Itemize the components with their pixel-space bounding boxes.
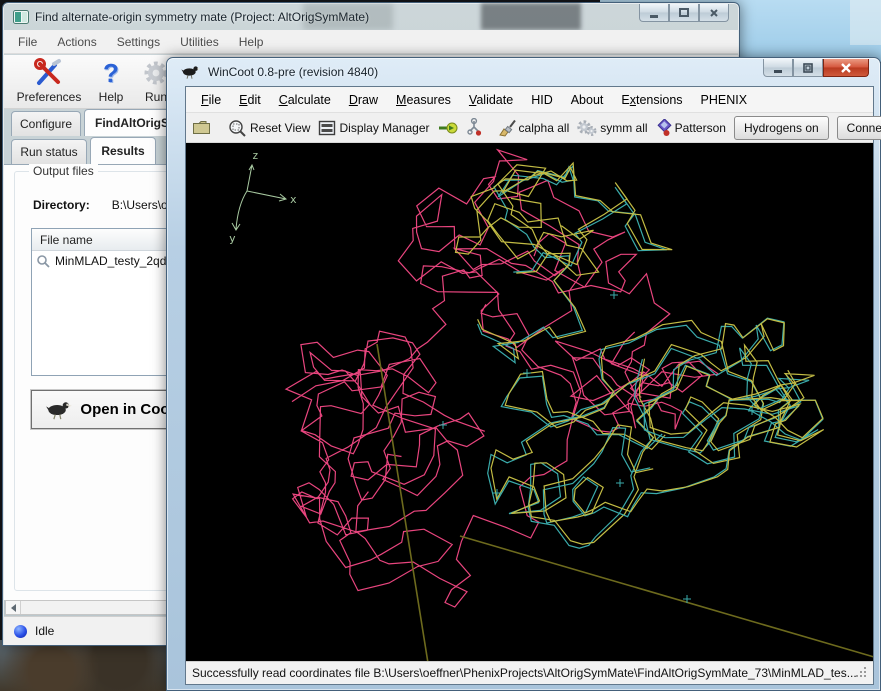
- menu-item-calculate[interactable]: Calculate: [270, 89, 340, 111]
- open-in-coot-button[interactable]: Open in Coot: [31, 390, 187, 429]
- atom-plus-mark: [439, 421, 447, 429]
- display-manager-label: Display Manager: [339, 121, 429, 135]
- paintbrush-icon: [498, 119, 516, 137]
- menu-item-settings[interactable]: Settings: [107, 32, 170, 52]
- menu-item-help[interactable]: Help: [229, 32, 274, 52]
- atom-plus-mark: [523, 369, 531, 377]
- wincoot-statusbar: Successfully read coordinates file B:\Us…: [186, 661, 873, 684]
- magnifier-icon: [36, 254, 51, 269]
- minimize-button[interactable]: [763, 59, 793, 77]
- phenix-menubar: FileActionsSettingsUtilitiesHelp: [4, 30, 738, 54]
- phenix-app-icon: [13, 10, 29, 24]
- patterson-label: Patterson: [675, 121, 726, 135]
- wincoot-window-title: WinCoot 0.8-pre (revision 4840): [208, 65, 378, 79]
- wallpaper-smudge: [850, 0, 881, 45]
- coot-bird-icon: [43, 399, 73, 421]
- help-button[interactable]: ? Help: [90, 58, 132, 104]
- close-button[interactable]: [823, 59, 869, 77]
- open-coordinates-button[interactable]: [192, 119, 212, 136]
- menu-item-file[interactable]: File: [8, 32, 47, 52]
- menu-item-validate[interactable]: Validate: [460, 89, 522, 111]
- tab-configure[interactable]: Configure: [11, 111, 81, 136]
- display-manager-button[interactable]: Display Manager: [318, 120, 429, 136]
- menu-item-edit[interactable]: Edit: [230, 89, 270, 111]
- wallpaper-bleed: [481, 3, 581, 30]
- svg-text:z: z: [252, 149, 259, 162]
- resize-grip[interactable]: [857, 668, 867, 678]
- molecule-trace: [544, 345, 824, 522]
- molecule-button[interactable]: [466, 118, 482, 138]
- wincoot-window: WinCoot 0.8-pre (revision 4840) FileEdit…: [166, 57, 881, 691]
- folder-icon: [192, 119, 212, 136]
- help-label: Help: [90, 90, 132, 104]
- svg-text:x: x: [290, 193, 297, 206]
- maximize-button[interactable]: [669, 4, 699, 22]
- close-button[interactable]: [699, 4, 729, 22]
- atom-plus-mark: [748, 407, 756, 415]
- menu-item-draw[interactable]: Draw: [340, 89, 387, 111]
- phenix-titlebar[interactable]: Find alternate-origin symmetry mate (Pro…: [3, 3, 739, 30]
- coot-bird-icon: [179, 64, 201, 80]
- menu-item-file[interactable]: File: [192, 89, 230, 111]
- output-files-label: Output files: [29, 164, 98, 178]
- atom-plus-mark: [616, 479, 624, 487]
- gears-icon: [577, 119, 597, 137]
- molecule-icon: [466, 118, 482, 138]
- calpha-all-button[interactable]: calpha all: [498, 119, 570, 137]
- green-arrow-icon: [438, 121, 458, 135]
- phenix-status-text: Idle: [35, 624, 54, 638]
- reset-view-button[interactable]: Reset View: [228, 119, 310, 137]
- menu-item-extensions[interactable]: Extensions: [612, 89, 691, 111]
- desktop-wallpaper-photo: [0, 640, 170, 691]
- wincoot-window-controls: [763, 59, 869, 77]
- patterson-icon: [656, 119, 672, 137]
- menu-item-about[interactable]: About: [562, 89, 613, 111]
- molecule-render: z x y: [186, 143, 873, 662]
- patterson-button[interactable]: Patterson: [656, 119, 726, 137]
- calpha-all-label: calpha all: [519, 121, 570, 135]
- menu-item-actions[interactable]: Actions: [47, 32, 106, 52]
- wincoot-client-area: FileEditCalculateDrawMeasuresValidateHID…: [185, 86, 874, 685]
- wincoot-menubar: FileEditCalculateDrawMeasuresValidateHID…: [186, 87, 873, 113]
- tab-run-status[interactable]: Run status: [11, 139, 87, 164]
- minimize-button[interactable]: [639, 4, 669, 22]
- svg-text:y: y: [229, 232, 236, 245]
- atom-plus-mark: [610, 291, 618, 299]
- display-manager-icon: [318, 120, 336, 136]
- connected-to-phenix-button[interactable]: Connected to PHENIX: [837, 116, 881, 140]
- unit-cell-line: [460, 536, 873, 659]
- symm-all-button[interactable]: symm all: [577, 119, 647, 137]
- symm-all-label: symm all: [600, 121, 647, 135]
- menu-item-phenix[interactable]: PHENIX: [692, 89, 757, 111]
- molecule-3d-viewport[interactable]: z x y: [186, 143, 873, 662]
- wallpaper-bleed: [303, 3, 393, 30]
- open-in-coot-label: Open in Coot: [80, 401, 174, 418]
- wincoot-toolbar: Reset View Display Manager: [186, 113, 873, 143]
- reset-view-label: Reset View: [250, 121, 310, 135]
- preferences-button[interactable]: Preferences: [12, 58, 86, 104]
- directory-label: Directory:: [33, 198, 90, 212]
- reset-view-icon: [228, 119, 247, 137]
- preferences-label: Preferences: [12, 90, 86, 104]
- restore-button[interactable]: [793, 59, 823, 77]
- go-to-atom-button[interactable]: [438, 121, 458, 135]
- hydrogens-on-button[interactable]: Hydrogens on: [734, 116, 829, 140]
- menu-item-utilities[interactable]: Utilities: [170, 32, 229, 52]
- menu-item-measures[interactable]: Measures: [387, 89, 460, 111]
- scroll-left-button[interactable]: [6, 601, 21, 614]
- status-indicator-icon: [14, 625, 27, 638]
- phenix-window-controls: [639, 4, 729, 22]
- tab-results[interactable]: Results: [90, 137, 156, 164]
- left-arrow-icon: [11, 604, 16, 612]
- tools-icon: [12, 58, 86, 88]
- menu-item-hid[interactable]: HID: [522, 89, 562, 111]
- axes-widget: z x y: [229, 149, 297, 245]
- help-icon: ?: [90, 58, 132, 88]
- wincoot-status-text: Successfully read coordinates file B:\Us…: [192, 666, 857, 680]
- molecule-trace: [301, 249, 581, 608]
